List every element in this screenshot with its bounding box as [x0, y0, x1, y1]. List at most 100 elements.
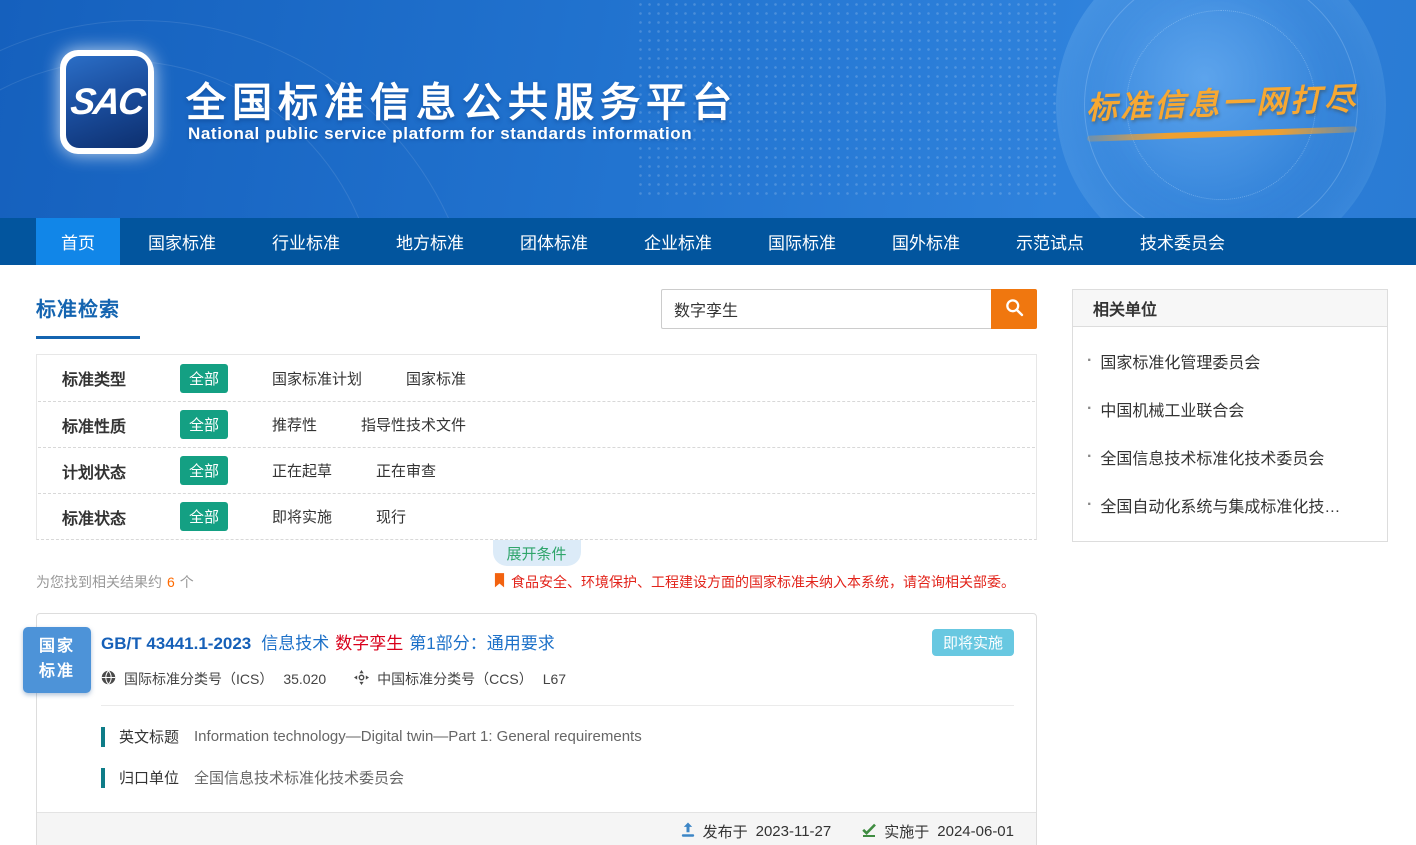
- filter-option[interactable]: 国家标准计划: [272, 368, 362, 389]
- info-row-label: 归口单位: [119, 767, 179, 788]
- result-card: 国家 标准 GB/T 43441.1-2023信息技术数字孪生第1部分：通用要求…: [36, 613, 1037, 845]
- summary-suffix: 个: [180, 574, 194, 590]
- filter-selected-all-button[interactable]: 全部: [180, 456, 228, 485]
- nav-tab-0[interactable]: 首页: [36, 218, 120, 265]
- site-subtitle: National public service platform for sta…: [188, 124, 692, 144]
- info-row-value: 全国信息技术标准化技术委员会: [194, 767, 404, 788]
- nav-tab-5[interactable]: 企业标准: [616, 218, 740, 265]
- filter-selected-all-button[interactable]: 全部: [180, 364, 228, 393]
- sac-logo-text: SAC: [68, 81, 146, 123]
- bookmark-icon: [494, 573, 511, 591]
- info-row-value: Information technology—Digital twin—Part…: [194, 728, 642, 745]
- title-highlight[interactable]: 数字孪生: [335, 634, 403, 653]
- filter-option[interactable]: 即将实施: [272, 506, 332, 527]
- page: SAC 全国标准信息公共服务平台 National public service…: [0, 0, 1416, 845]
- info-row-1: 归口单位全国信息技术标准化技术委员会: [101, 767, 1014, 788]
- filter-option[interactable]: 国家标准: [406, 368, 466, 389]
- meta-row: 国际标准分类号（ICS） 35.020 中国标准分类号（CCS） L67: [101, 669, 1014, 689]
- search-row: 标准检索: [36, 289, 1037, 339]
- standard-type-badge: 国家 标准: [23, 627, 91, 693]
- filter-row-2: 计划状态全部正在起草正在审查: [38, 447, 1035, 493]
- content: 标准检索 标准类型全部国家标准计划国家标准标准性质全部推荐性指导性技术文件计划状…: [0, 265, 1416, 845]
- related-units-title: 相关单位: [1073, 290, 1387, 327]
- card-body: GB/T 43441.1-2023信息技术数字孪生第1部分：通用要求 即将实施 …: [37, 614, 1036, 812]
- standard-code[interactable]: GB/T 43441.1-2023: [101, 634, 251, 653]
- related-unit-label: 国家标准化管理委员会: [1100, 349, 1260, 373]
- nav-tab-6[interactable]: 国际标准: [740, 218, 864, 265]
- filter-selected-all-button[interactable]: 全部: [180, 410, 228, 439]
- section-title-underline: [36, 336, 140, 339]
- header-banner: SAC 全国标准信息公共服务平台 National public service…: [0, 0, 1416, 218]
- notice-text: 食品安全、环境保护、工程建设方面的国家标准未纳入本系统，请咨询相关部委。: [511, 572, 1015, 592]
- tab-standard-search[interactable]: 标准检索: [36, 289, 140, 339]
- filter-label: 标准性质: [62, 413, 144, 437]
- title-row: GB/T 43441.1-2023 信息技术数字孪生第1部分：通用要求 即将实施: [101, 629, 1014, 656]
- filter-option[interactable]: 推荐性: [272, 414, 317, 435]
- related-unit-label: 全国信息技术标准化技术委员会: [1100, 445, 1324, 469]
- filter-option[interactable]: 正在审查: [376, 460, 436, 481]
- related-unit-label: 中国机械工业联合会: [1100, 397, 1244, 421]
- published-value: 2023-11-27: [756, 823, 832, 840]
- implemented-value: 2024-06-01: [937, 823, 1014, 840]
- ics-value: 35.020: [283, 671, 326, 687]
- info-row-accent-bar: [101, 727, 105, 747]
- published-date: 发布于 2023-11-27: [680, 821, 832, 842]
- publish-icon: [680, 822, 703, 842]
- sac-logo-inner: SAC: [66, 56, 148, 148]
- search-button[interactable]: [991, 289, 1037, 329]
- search-icon: [1004, 297, 1025, 321]
- nav-tabs: 首页国家标准行业标准地方标准团体标准企业标准国际标准国外标准示范试点技术委员会: [36, 218, 1416, 265]
- bullet-dot: ·: [1087, 352, 1092, 370]
- main-nav: 首页国家标准行业标准地方标准团体标准企业标准国际标准国外标准示范试点技术委员会: [0, 218, 1416, 265]
- ics-label: 国际标准分类号（ICS）: [124, 669, 273, 689]
- nav-tab-1[interactable]: 国家标准: [120, 218, 244, 265]
- sac-logo[interactable]: SAC: [60, 50, 154, 154]
- filter-label: 标准类型: [62, 366, 144, 390]
- summary-prefix: 为您找到相关结果约: [36, 574, 162, 590]
- bullet-dot: ·: [1087, 400, 1092, 418]
- related-unit-item-0[interactable]: · 国家标准化管理委员会: [1087, 337, 1369, 385]
- nav-tab-8[interactable]: 示范试点: [988, 218, 1112, 265]
- filter-option[interactable]: 指导性技术文件: [361, 414, 466, 435]
- bullet-dot: ·: [1087, 448, 1092, 466]
- search-group: [661, 289, 1037, 329]
- filter-selected-all-button[interactable]: 全部: [180, 502, 228, 531]
- related-unit-item-1[interactable]: · 中国机械工业联合会: [1087, 385, 1369, 433]
- standard-title-link[interactable]: GB/T 43441.1-2023 信息技术数字孪生第1部分：通用要求: [101, 629, 555, 654]
- filter-option[interactable]: 正在起草: [272, 460, 332, 481]
- nav-tab-7[interactable]: 国外标准: [864, 218, 988, 265]
- related-unit-item-2[interactable]: · 全国信息技术标准化技术委员会: [1087, 433, 1369, 481]
- filter-panel: 标准类型全部国家标准计划国家标准标准性质全部推荐性指导性技术文件计划状态全部正在…: [36, 354, 1037, 540]
- filter-label: 标准状态: [62, 505, 144, 529]
- badge-line2: 标准: [23, 660, 91, 685]
- summary-count: 6: [167, 574, 175, 590]
- filter-rows: 标准类型全部国家标准计划国家标准标准性质全部推荐性指导性技术文件计划状态全部正在…: [37, 355, 1036, 539]
- search-input[interactable]: [661, 289, 991, 329]
- nav-tab-3[interactable]: 地方标准: [368, 218, 492, 265]
- status-badge: 即将实施: [932, 629, 1014, 656]
- main-column: 标准检索 标准类型全部国家标准计划国家标准标准性质全部推荐性指导性技术文件计划状…: [36, 289, 1037, 845]
- related-units-panel: 相关单位 · 国家标准化管理委员会 · 中国机械工业联合会 · 全国信息技术标准化技术委员…: [1072, 289, 1388, 542]
- slogan-text: 标准信息一网打尽: [1085, 73, 1358, 127]
- nav-tab-9[interactable]: 技术委员会: [1112, 218, 1253, 265]
- filter-row-0: 标准类型 全部 国家标准计划 国家标准: [38, 355, 1035, 401]
- info-row-label: 英文标题: [119, 726, 179, 747]
- related-unit-item-3[interactable]: ·全国自动化系统与集成标准化技…: [1087, 481, 1369, 529]
- filter-option[interactable]: 现行: [376, 506, 406, 527]
- info-row-accent-bar: [101, 768, 105, 788]
- ccs-label: 中国标准分类号（CCS）: [377, 669, 533, 689]
- filter-row-3: 标准状态 全部 即将实施 现行: [38, 493, 1035, 539]
- expand-conditions-button[interactable]: 展开条件: [493, 540, 581, 566]
- title-part1[interactable]: 信息技术: [261, 634, 329, 653]
- globe-icon: [101, 670, 124, 688]
- bullet-dot: ·: [1087, 496, 1092, 514]
- nav-tab-2[interactable]: 行业标准: [244, 218, 368, 265]
- title-part2[interactable]: 第1部分：通用要求: [409, 634, 554, 653]
- implement-check-icon: [861, 822, 884, 842]
- ccs-value: L67: [543, 671, 566, 687]
- summary-row: 为您找到相关结果约 6个 食品安全、环境保护、工程建设方面的国家标准未纳入本系统，…: [36, 572, 1037, 592]
- ics-meta: 国际标准分类号（ICS） 35.020: [101, 669, 326, 689]
- info-row-0: 英文标题 Information technology—Digital twin—…: [101, 726, 1014, 747]
- nav-tab-4[interactable]: 团体标准: [492, 218, 616, 265]
- site-title: 全国标准信息公共服务平台: [186, 70, 738, 128]
